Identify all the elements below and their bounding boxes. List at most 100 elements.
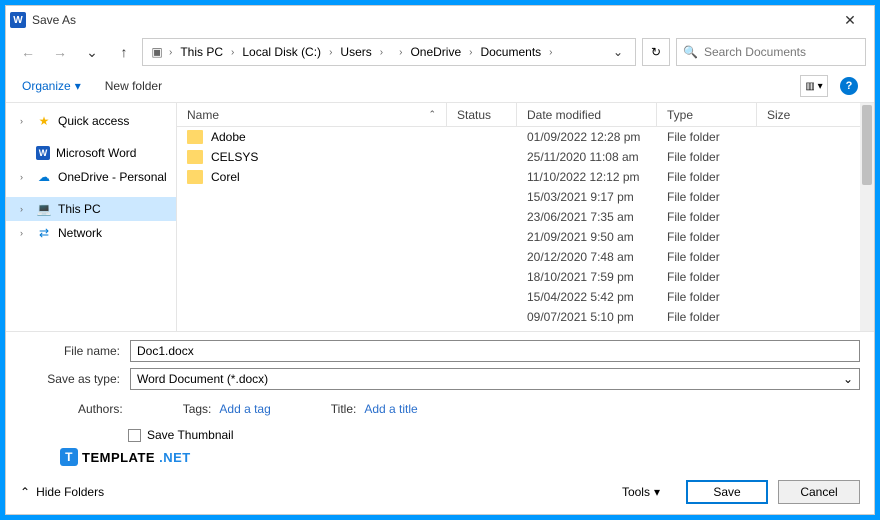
file-name: Corel [211, 170, 240, 184]
folder-icon [187, 130, 203, 144]
sidebar-item-label: Microsoft Word [56, 146, 136, 160]
sidebar-item-label: Network [58, 226, 102, 240]
file-type: File folder [657, 270, 757, 284]
vertical-scrollbar[interactable] [860, 103, 874, 331]
sidebar-item-label: Quick access [58, 114, 129, 128]
add-tag-link[interactable]: Add a tag [219, 402, 270, 416]
chevron-right-icon: › [20, 228, 30, 238]
new-folder-button[interactable]: New folder [105, 79, 162, 93]
file-row[interactable]: 09/07/2021 5:10 pmFile folder [177, 307, 874, 327]
file-name: CELSYS [211, 150, 258, 164]
column-name[interactable]: Name⌃ [177, 103, 447, 126]
forward-button[interactable]: → [46, 38, 74, 66]
filename-input[interactable]: Doc1.docx [130, 340, 860, 362]
column-type[interactable]: Type [657, 103, 757, 126]
file-name: Adobe [211, 130, 246, 144]
file-date: 09/07/2021 5:10 pm [517, 310, 657, 324]
up-button[interactable]: ↑ [110, 38, 138, 66]
file-row[interactable]: CELSYS25/11/2020 11:08 amFile folder [177, 147, 874, 167]
file-type: File folder [657, 250, 757, 264]
address-bar[interactable]: ▣ › This PC › Local Disk (C:) › Users › … [142, 38, 636, 66]
file-type: File folder [657, 330, 757, 331]
savetype-select[interactable]: Word Document (*.docx)⌄ [130, 368, 860, 390]
file-row[interactable]: 15/04/2022 5:42 pmFile folder [177, 287, 874, 307]
sidebar-item-microsoft-word[interactable]: WMicrosoft Word [6, 141, 176, 165]
save-as-dialog: W Save As ✕ ← → ⌄ ↑ ▣ › This PC › Local … [5, 5, 875, 515]
close-button[interactable]: ✕ [830, 6, 870, 34]
column-size[interactable]: Size [757, 103, 874, 126]
chevron-right-icon: › [397, 47, 404, 58]
save-thumbnail-checkbox[interactable] [128, 429, 141, 442]
sidebar-item-onedrive-personal[interactable]: ›☁OneDrive - Personal [6, 165, 176, 189]
save-thumbnail-label: Save Thumbnail [147, 428, 234, 442]
refresh-button[interactable]: ↻ [642, 38, 670, 66]
authors-label: Authors: [78, 402, 123, 416]
file-row[interactable]: 18/10/2021 7:59 pmFile folder [177, 267, 874, 287]
window-title: Save As [32, 13, 76, 27]
file-date: 21/09/2021 9:50 am [517, 230, 657, 244]
star-icon: ★ [36, 114, 52, 128]
folder-icon [187, 170, 203, 184]
folder-icon [187, 150, 203, 164]
file-row[interactable]: 23/06/2021 7:35 amFile folder [177, 207, 874, 227]
file-row[interactable]: 20/12/2020 7:48 amFile folder [177, 247, 874, 267]
savetype-label: Save as type: [20, 372, 120, 386]
filename-label: File name: [20, 344, 120, 358]
sidebar-item-network[interactable]: ›⇄Network [6, 221, 176, 245]
chevron-up-icon: ⌃ [20, 485, 30, 499]
breadcrumb-item[interactable]: OneDrive [406, 45, 465, 59]
view-mode-button[interactable]: ▥ ▾ [800, 75, 828, 97]
file-row[interactable]: 15/03/2021 9:17 pmFile folder [177, 187, 874, 207]
form-section: File name: Doc1.docx Save as type: Word … [6, 331, 874, 474]
sidebar-item-this-pc[interactable]: ›💻This PC [6, 197, 176, 221]
column-headers: Name⌃ Status Date modified Type Size [177, 103, 874, 127]
recent-dropdown-icon[interactable]: ⌄ [78, 38, 106, 66]
hide-folders-button[interactable]: ⌃Hide Folders [20, 485, 104, 499]
dropdown-caret-icon: ⌄ [843, 372, 853, 386]
file-type: File folder [657, 230, 757, 244]
tags-label: Tags: [183, 402, 212, 416]
brand-t-icon: T [60, 448, 78, 466]
file-date: 15/04/2022 5:42 pm [517, 290, 657, 304]
chevron-right-icon: › [467, 47, 474, 58]
scrollbar-thumb[interactable] [862, 105, 872, 185]
sidebar-item-label: OneDrive - Personal [58, 170, 167, 184]
file-date: 18/10/2021 7:59 pm [517, 270, 657, 284]
file-row[interactable]: Corel11/10/2022 12:12 pmFile folder [177, 167, 874, 187]
breadcrumb-item[interactable]: Users [336, 45, 375, 59]
chevron-right-icon: › [378, 47, 385, 58]
file-date: 23/06/2021 7:35 am [517, 210, 657, 224]
organize-button[interactable]: Organize▾ [22, 79, 81, 93]
template-brand: T TEMPLATE.NET [20, 446, 860, 468]
file-row[interactable]: 24/11/2020 8:28 pmFile folder [177, 327, 874, 331]
save-button[interactable]: Save [686, 480, 768, 504]
add-title-link[interactable]: Add a title [364, 402, 417, 416]
help-button[interactable]: ? [840, 77, 858, 95]
file-date: 24/11/2020 8:28 pm [517, 330, 657, 331]
file-type: File folder [657, 190, 757, 204]
sidebar-item-quick-access[interactable]: ›★Quick access [6, 109, 176, 133]
breadcrumb-item[interactable]: Local Disk (C:) [238, 45, 325, 59]
tools-button[interactable]: Tools▾ [622, 485, 660, 499]
nav-tree: › ★ Quick access WMicrosoft Word›☁OneDrive … [6, 103, 176, 331]
chevron-right-icon: › [327, 47, 334, 58]
breadcrumb-item[interactable]: Documents [476, 45, 545, 59]
file-row[interactable]: 21/09/2021 9:50 amFile folder [177, 227, 874, 247]
file-type: File folder [657, 310, 757, 324]
sidebar-item-label: This PC [58, 202, 101, 216]
word-app-icon: W [10, 12, 26, 28]
column-status[interactable]: Status [447, 103, 517, 126]
search-icon: 🔍 [683, 45, 698, 59]
file-list-panel: Name⌃ Status Date modified Type Size Ado… [176, 103, 874, 331]
back-button[interactable]: ← [14, 38, 42, 66]
file-row[interactable]: Adobe01/09/2022 12:28 pmFile folder [177, 127, 874, 147]
breadcrumb-item[interactable]: This PC [176, 45, 227, 59]
titlebar: W Save As ✕ [6, 6, 874, 34]
cancel-button[interactable]: Cancel [778, 480, 860, 504]
file-list[interactable]: Adobe01/09/2022 12:28 pmFile folder CELSY… [177, 127, 874, 331]
address-dropdown-icon[interactable]: ⌄ [607, 45, 629, 59]
file-date: 15/03/2021 9:17 pm [517, 190, 657, 204]
file-date: 25/11/2020 11:08 am [517, 150, 657, 164]
column-date[interactable]: Date modified [517, 103, 657, 126]
search-input[interactable]: 🔍 Search Documents [676, 38, 866, 66]
